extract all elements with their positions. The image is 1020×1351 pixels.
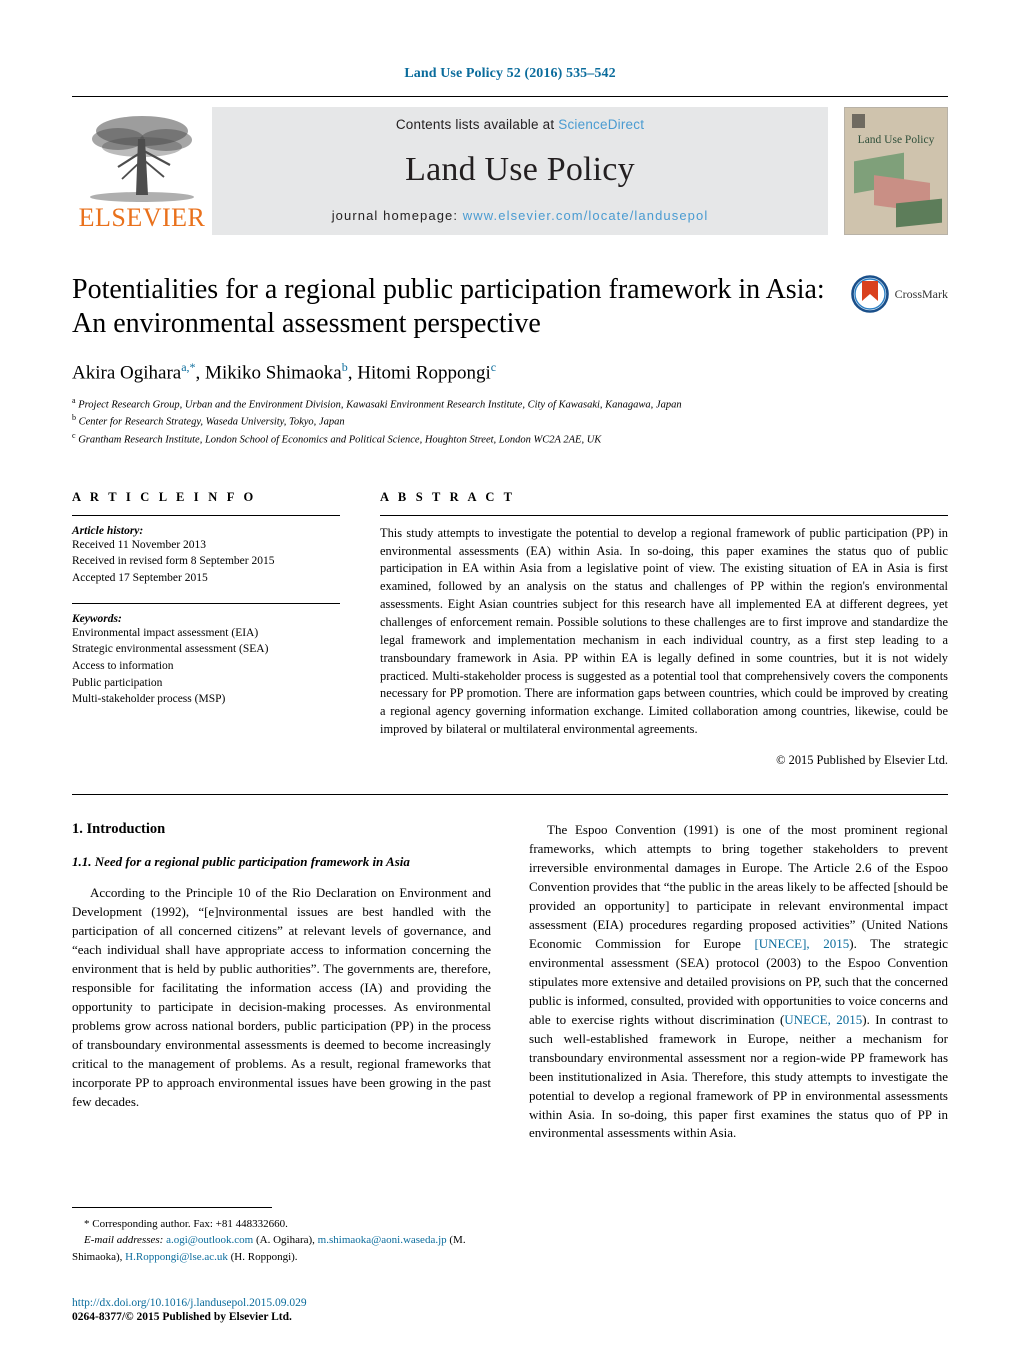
email-link-3[interactable]: H.Roppongi@lse.ac.uk xyxy=(125,1251,228,1263)
abstract-text: This study attempts to investigate the p… xyxy=(380,525,948,737)
sciencedirect-link[interactable]: ScienceDirect xyxy=(558,117,644,132)
doi-link[interactable]: http://dx.doi.org/10.1016/j.landusepol.2… xyxy=(72,1297,592,1309)
article-history-received: Received 11 November 2013 xyxy=(72,538,207,551)
elsevier-tree-icon xyxy=(90,116,194,202)
article-history-accepted: Accepted 17 September 2015 xyxy=(72,572,208,585)
abstract-rule xyxy=(380,514,948,516)
title-block: Potentialities for a regional public par… xyxy=(72,273,948,448)
footnote-block: * Corresponding author. Fax: +81 4483326… xyxy=(72,1206,512,1266)
citation-unece-2[interactable]: UNECE, 2015 xyxy=(784,1012,862,1027)
affiliation-b-text: Center for Research Strategy, Waseda Uni… xyxy=(78,416,345,428)
journal-homepage-link[interactable]: www.elsevier.com/locate/landusepol xyxy=(463,208,709,223)
body-column-right: The Espoo Convention (1991) is one of th… xyxy=(529,821,948,1153)
subsection-heading-need-for-framework: 1.1. Need for a regional public particip… xyxy=(72,853,410,869)
body-columns: 1. Introduction 1.1. Need for a regional… xyxy=(72,821,948,1153)
affiliation-mark-c: c xyxy=(72,430,76,440)
email-owner-1: (A. Ogihara), xyxy=(255,1234,315,1246)
masthead-panel: Contents lists available at ScienceDirec… xyxy=(212,107,828,235)
affiliation-mark-a: a xyxy=(72,395,76,405)
affiliation-c: c Grantham Research Institute, London Sc… xyxy=(72,430,948,448)
abstract-heading: A B S T R A C T xyxy=(380,489,516,504)
journal-title: Land Use Policy xyxy=(405,151,635,188)
elsevier-wordmark: ELSEVIER xyxy=(78,203,206,232)
affiliation-a-text: Project Research Group, Urban and the En… xyxy=(78,399,682,411)
keyword-item: Strategic environmental assessment (SEA) xyxy=(72,643,269,656)
email-link-1[interactable]: a.ogi@outlook.com xyxy=(166,1234,253,1246)
abstract-copyright: © 2015 Published by Elsevier Ltd. xyxy=(776,752,948,767)
cover-elsevier-mark-icon xyxy=(852,114,865,128)
section-heading-introduction: 1. Introduction xyxy=(72,820,166,837)
article-info-heading: A R T I C L E I N F O xyxy=(72,489,257,504)
cover-journal-title: Land Use Policy xyxy=(857,134,935,146)
journal-cover-thumbnail: Land Use Policy xyxy=(844,107,948,235)
email-owner-3: (H. Roppongi). xyxy=(230,1250,298,1263)
keywords-block: Keywords: Environmental impact assessmen… xyxy=(72,613,340,708)
homepage-prefix: journal homepage: xyxy=(331,208,463,223)
contents-prefix: Contents lists available at xyxy=(395,117,559,132)
crossmark-icon xyxy=(850,275,889,313)
keyword-item: Environmental impact assessment (EIA) xyxy=(72,626,259,639)
info-abstract-region: A R T I C L E I N F O Article history: R… xyxy=(72,490,948,768)
keyword-item: Access to information xyxy=(72,660,174,673)
footer-doi-block: http://dx.doi.org/10.1016/j.landusepol.2… xyxy=(72,1297,592,1323)
footnote-rule xyxy=(72,1206,272,1208)
body-paragraph: The Espoo Convention (1991) is one of th… xyxy=(529,821,948,1143)
keywords-rule xyxy=(72,602,340,604)
cover-art-panel-3 xyxy=(896,198,942,228)
article-history-revised: Received in revised form 8 September 201… xyxy=(72,555,275,568)
article-info-rule xyxy=(72,514,340,516)
crossmark-badge[interactable]: CrossMark xyxy=(850,275,948,313)
affiliation-list: a Project Research Group, Urban and the … xyxy=(72,395,948,448)
issn-copyright-line: 0264-8377/© 2015 Published by Elsevier L… xyxy=(72,1311,292,1323)
body-text-part-1: The Espoo Convention (1991) is one of th… xyxy=(529,821,948,951)
body-text-part-3: ). In contrast to such well-established … xyxy=(529,1011,949,1141)
affiliation-b: b Center for Research Strategy, Waseda U… xyxy=(72,412,948,430)
masthead-top-rule xyxy=(72,96,948,97)
email-label: E-mail addresses: xyxy=(84,1234,164,1246)
affiliation-mark-b: b xyxy=(72,413,76,423)
page-title: Potentialities for a regional public par… xyxy=(72,274,825,339)
keyword-item: Multi-stakeholder process (MSP) xyxy=(72,693,226,706)
homepage-line: journal homepage: www.elsevier.com/locat… xyxy=(332,208,709,223)
cover-artwork xyxy=(852,152,942,228)
citation-unece-1[interactable]: [UNECE], 2015 xyxy=(754,936,849,951)
keywords-label: Keywords: xyxy=(72,612,122,625)
body-column-left: 1. Introduction 1.1. Need for a regional… xyxy=(72,821,491,1153)
article-history-label: Article history: xyxy=(72,524,144,537)
affiliation-c-text: Grantham Research Institute, London Scho… xyxy=(78,434,602,446)
contents-line: Contents lists available at ScienceDirec… xyxy=(396,117,644,132)
journal-masthead: ELSEVIER Contents lists available at Sci… xyxy=(72,96,948,235)
body-separator-rule xyxy=(72,793,948,795)
keyword-item: Public participation xyxy=(72,676,163,689)
crossmark-label: CrossMark xyxy=(894,286,948,301)
author-list: Akira Ogiharaa,*, Mikiko Shimaokab, Hito… xyxy=(72,360,497,384)
elsevier-logo: ELSEVIER xyxy=(72,107,212,235)
corresponding-author-note: * Corresponding author. Fax: +81 4483326… xyxy=(84,1217,288,1230)
abstract-column: A B S T R A C T This study attempts to i… xyxy=(380,490,948,768)
affiliation-a: a Project Research Group, Urban and the … xyxy=(72,395,948,413)
article-info-column: A R T I C L E I N F O Article history: R… xyxy=(72,490,340,768)
body-paragraph: According to the Principle 10 of the Rio… xyxy=(72,884,491,1109)
paper-page: Land Use Policy 52 (2016) 535–542 ELSEVI… xyxy=(0,0,1020,1351)
email-link-2[interactable]: m.shimaoka@aoni.waseda.jp xyxy=(318,1234,447,1246)
email-addresses-note: E-mail addresses: a.ogi@outlook.com (A. … xyxy=(72,1232,512,1265)
running-head: Land Use Policy 52 (2016) 535–542 xyxy=(404,66,616,81)
